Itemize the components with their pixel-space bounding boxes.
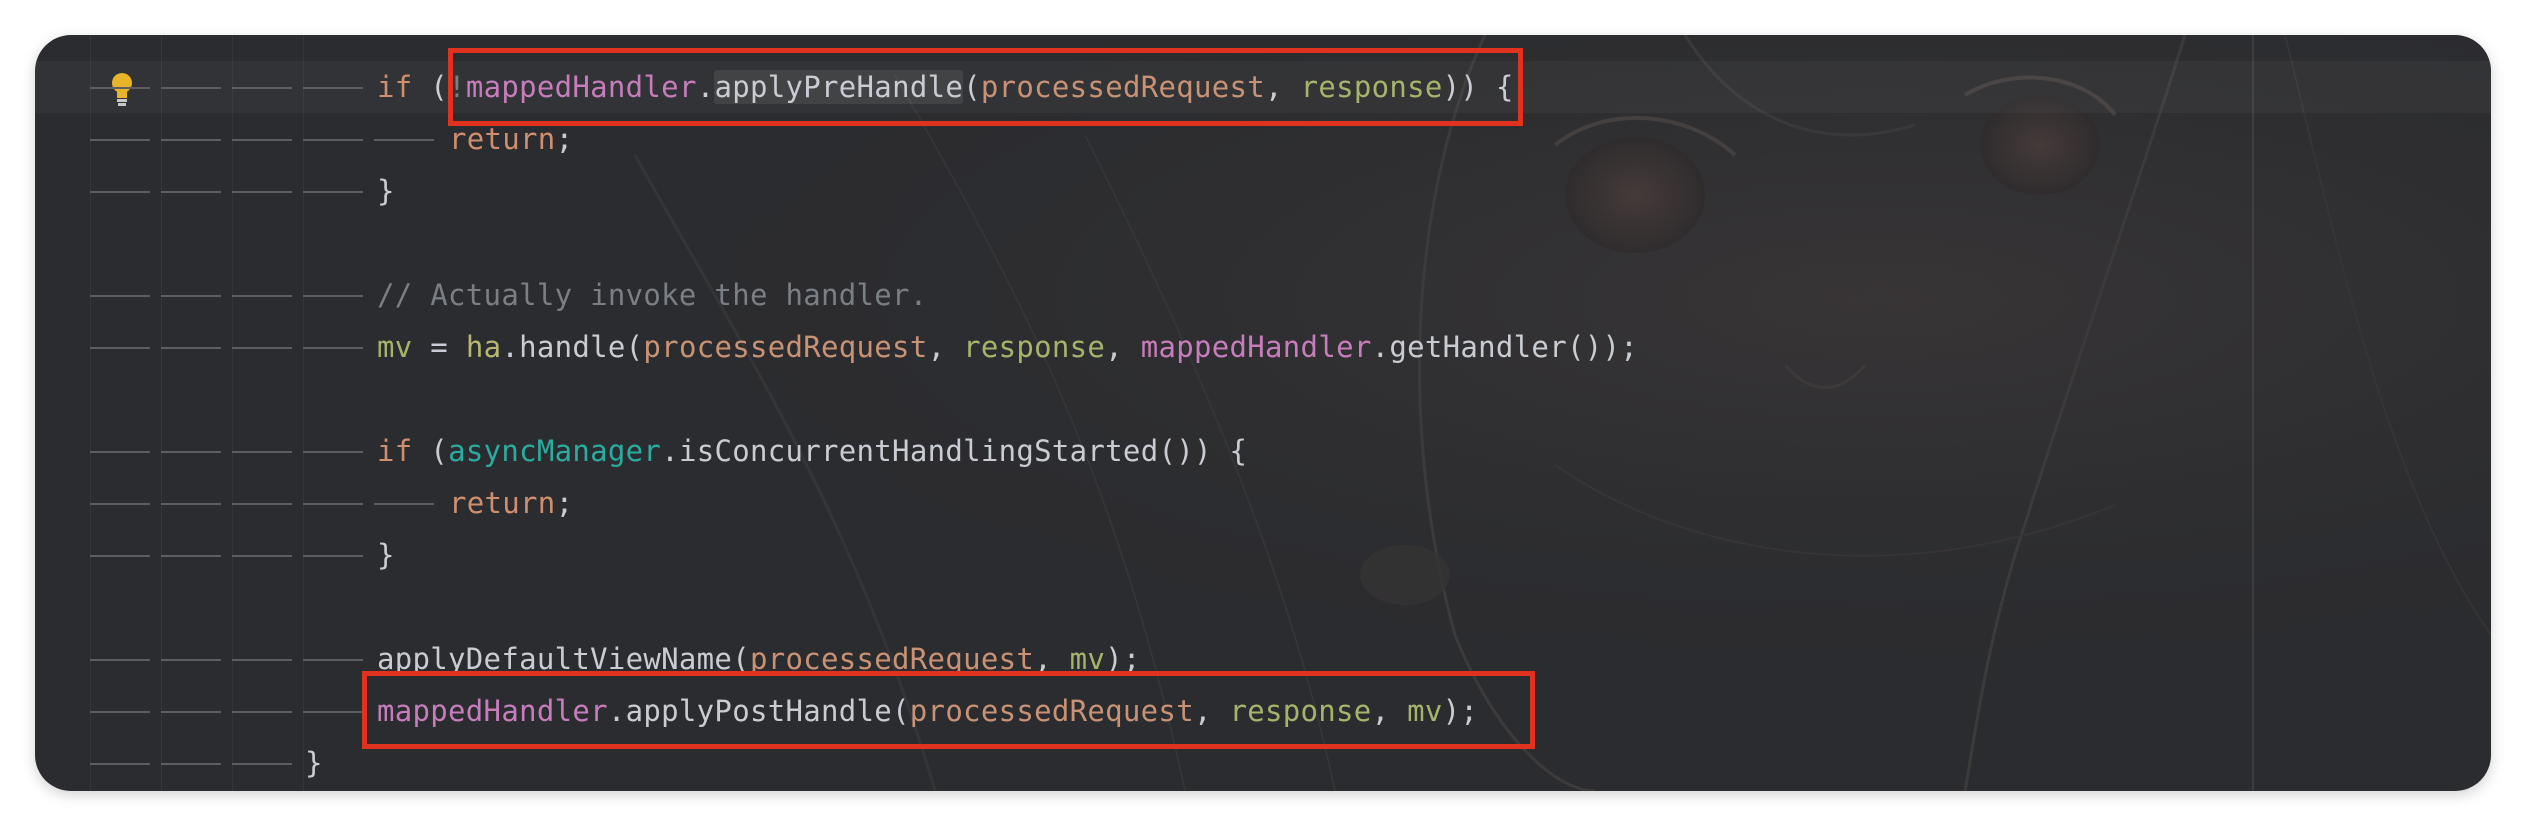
code-line-9[interactable]: return; — [35, 477, 2491, 529]
punct: ( — [412, 434, 449, 468]
indent-marker — [303, 529, 363, 581]
punct: ; — [555, 486, 574, 520]
code-text: if (asyncManager.isConcurrentHandlingSta… — [377, 425, 1247, 477]
indent-marker — [90, 737, 150, 789]
indent-marker — [232, 737, 292, 789]
indent-marker — [232, 685, 292, 737]
brace: } — [305, 746, 323, 780]
method-call: .handle( — [501, 330, 644, 364]
param-ref: processedRequest — [643, 330, 928, 364]
indent-marker — [374, 477, 434, 529]
code-text: } — [305, 737, 323, 789]
highlight-box-prehandle — [448, 48, 1523, 126]
indent-marker — [374, 113, 434, 165]
indent-marker — [303, 477, 363, 529]
code-text: return; — [449, 477, 573, 529]
indent-marker — [303, 61, 363, 113]
keyword: if — [377, 434, 413, 468]
indent-marker — [232, 165, 292, 217]
keyword: return — [449, 122, 556, 156]
method-call: .isConcurrentHandlingStarted()) { — [661, 434, 1248, 468]
code-text: } — [377, 165, 395, 217]
code-line-3[interactable]: } — [35, 165, 2491, 217]
indent-marker — [303, 685, 363, 737]
indent-marker — [232, 425, 292, 477]
indent-marker — [161, 477, 221, 529]
indent-marker — [90, 113, 150, 165]
param-ref: response — [963, 330, 1106, 364]
indent-marker — [161, 425, 221, 477]
code-line-6[interactable]: mv = ha.handle(processedRequest, respons… — [35, 321, 2491, 373]
indent-marker — [303, 165, 363, 217]
local-var: ha — [465, 330, 502, 364]
indent-marker — [90, 529, 150, 581]
indent-marker — [161, 269, 221, 321]
indent-marker — [90, 61, 150, 113]
indent-marker — [232, 113, 292, 165]
indent-marker — [303, 425, 363, 477]
code-line-10[interactable]: } — [35, 529, 2491, 581]
punct: = — [412, 330, 466, 364]
indent-marker — [161, 685, 221, 737]
indent-marker — [303, 633, 363, 685]
punct: ( — [412, 70, 449, 104]
method-call: .getHandler()); — [1371, 330, 1638, 364]
punct: ; — [555, 122, 574, 156]
indent-marker — [161, 321, 221, 373]
indent-marker — [303, 269, 363, 321]
code-line-8[interactable]: if (asyncManager.isConcurrentHandlingSta… — [35, 425, 2491, 477]
indent-marker — [90, 425, 150, 477]
brace: } — [377, 174, 395, 208]
indent-marker — [232, 61, 292, 113]
highlight-box-posthandle — [362, 671, 1535, 749]
indent-marker — [161, 737, 221, 789]
keyword: return — [449, 486, 556, 520]
local-var: mv — [377, 330, 413, 364]
indent-marker — [232, 477, 292, 529]
indent-marker — [161, 633, 221, 685]
indent-marker — [90, 685, 150, 737]
code-text: mv = ha.handle(processedRequest, respons… — [377, 321, 1638, 373]
indent-marker — [232, 321, 292, 373]
indent-marker — [90, 321, 150, 373]
keyword: if — [377, 70, 413, 104]
indent-marker — [161, 529, 221, 581]
indent-marker — [161, 165, 221, 217]
punct: , — [927, 330, 964, 364]
indent-marker — [161, 113, 221, 165]
indent-marker — [90, 165, 150, 217]
indent-marker — [232, 269, 292, 321]
field-ref: asyncManager — [448, 434, 662, 468]
indent-marker — [90, 269, 150, 321]
indent-marker — [90, 477, 150, 529]
indent-marker — [232, 529, 292, 581]
code-text: } — [377, 529, 395, 581]
code-editor-window: if (!mappedHandler.applyPreHandle(proces… — [35, 35, 2491, 791]
brace: } — [377, 538, 395, 572]
code-comment: // Actually invoke the handler. — [377, 278, 928, 312]
indent-marker — [303, 321, 363, 373]
punct: , — [1105, 330, 1141, 364]
code-line-5[interactable]: // Actually invoke the handler. — [35, 269, 2491, 321]
indent-marker — [90, 633, 150, 685]
indent-marker — [303, 113, 363, 165]
indent-marker — [232, 633, 292, 685]
field-ref: mappedHandler — [1140, 330, 1372, 364]
indent-marker — [161, 61, 221, 113]
